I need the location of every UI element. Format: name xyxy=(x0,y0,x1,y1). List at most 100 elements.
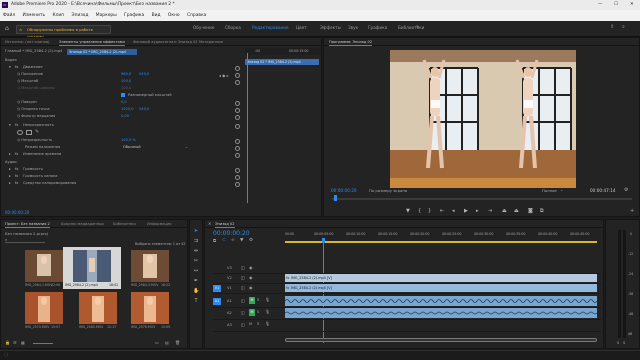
position-x-value[interactable]: 960,0 xyxy=(121,71,131,78)
tab-project[interactable]: Проект: Без названия 2 xyxy=(5,221,50,228)
step-back-icon[interactable]: ◂ xyxy=(452,208,455,214)
menu-window[interactable]: Окно xyxy=(168,10,180,21)
video-preview[interactable] xyxy=(390,50,576,188)
compare-icon[interactable]: ⧉ xyxy=(540,208,544,214)
program-playhead[interactable] xyxy=(334,195,337,201)
clip-v1[interactable]: fx IMG_2584-2 (2).mp4 [V] xyxy=(285,284,597,292)
timeline-scrollbar[interactable] xyxy=(285,338,597,342)
lock-icon[interactable]: 🔒 xyxy=(5,340,10,345)
clip-v2[interactable]: fx IMG_2584-2 (2).mp4 [V] xyxy=(285,274,597,282)
program-scrubber[interactable] xyxy=(332,198,632,200)
thumb-img-2576[interactable] xyxy=(131,292,169,324)
eye-icon[interactable]: ◉ xyxy=(249,285,253,290)
add-marker-icon[interactable]: ▼ xyxy=(240,238,243,243)
workspace-assembly[interactable]: Сборка xyxy=(225,25,241,30)
eye-icon[interactable]: ◉ xyxy=(249,265,253,270)
thumb-img-2584-3[interactable] xyxy=(131,250,169,282)
mark-out-icon[interactable]: } xyxy=(428,208,431,214)
search-icon[interactable]: ⌕ xyxy=(622,24,625,30)
reset-icon[interactable] xyxy=(235,80,240,85)
menu-markers[interactable]: Маркеры xyxy=(96,10,117,21)
clip-a2-audio[interactable] xyxy=(285,308,597,318)
snap-icon[interactable]: ⊂ xyxy=(222,238,226,243)
reset-icon[interactable] xyxy=(235,124,240,129)
lock-icon[interactable]: ◫ xyxy=(241,275,245,280)
maximize-button[interactable]: ☐ xyxy=(614,0,618,10)
thumb-img-2570[interactable] xyxy=(25,292,63,324)
trash-icon[interactable]: 🗑 xyxy=(175,340,180,345)
menu-file[interactable]: Файл xyxy=(3,10,15,21)
master-clip-label[interactable]: Главный * IMG_2584-2 (2).mp4 xyxy=(5,49,62,53)
selection-tool-icon[interactable]: ➤ xyxy=(193,228,199,234)
audio-row-channel-volume[interactable]: ▸ fx Громкость канала xyxy=(9,173,321,180)
tab-source[interactable]: Источник: (нет клипов) xyxy=(5,39,49,45)
workspace-learning[interactable]: Обучение xyxy=(193,25,214,30)
tab-info[interactable]: Информация xyxy=(147,221,171,227)
export-icon[interactable]: ⇪ xyxy=(610,24,614,30)
home-icon[interactable]: ⌂ xyxy=(5,25,9,32)
rectangle-mask-icon[interactable] xyxy=(26,130,32,135)
keyframe-nav[interactable]: ◂ ◆ ▸ xyxy=(219,73,229,78)
menu-clip[interactable]: Клип xyxy=(52,10,64,21)
audio-row-volume[interactable]: ▸ fx Громкость xyxy=(9,166,321,173)
reset-icon[interactable] xyxy=(235,108,240,113)
menu-edit[interactable]: Изменить xyxy=(23,10,46,21)
export-frame-icon[interactable]: ◙ xyxy=(528,208,533,214)
mark-in-icon[interactable]: { xyxy=(418,208,421,214)
reset-icon[interactable] xyxy=(235,115,240,120)
tab-audio-mixer[interactable]: Фоновый аудиосигнал: Эпизод 02 xyxy=(133,39,198,45)
workspace-audio[interactable]: Звук xyxy=(348,25,358,30)
expand-icon[interactable]: ▸ xyxy=(9,167,11,171)
lock-icon[interactable]: ◫ xyxy=(241,298,245,303)
chevron-down-icon[interactable]: ⌄ xyxy=(560,187,563,192)
expand-icon[interactable]: ▸ xyxy=(9,152,11,156)
go-to-in-icon[interactable]: ⇤ xyxy=(440,208,444,214)
razor-tool-icon[interactable]: ✂ xyxy=(193,258,199,264)
mute-button[interactable]: M xyxy=(249,322,252,326)
motion-effect-row[interactable]: ▾ fx Движение xyxy=(9,64,321,71)
close-button[interactable]: ✕ xyxy=(630,0,634,10)
list-view-icon[interactable]: ☰ xyxy=(13,340,17,345)
reset-icon[interactable] xyxy=(235,182,240,187)
reset-icon[interactable] xyxy=(235,139,240,144)
workspace-color[interactable]: Цвет xyxy=(296,25,307,30)
reset-icon[interactable] xyxy=(235,168,240,173)
ripple-edit-tool-icon[interactable]: ⇹ xyxy=(193,248,199,254)
eye-icon[interactable]: ◉ xyxy=(249,275,253,280)
lift-icon[interactable]: ⏏ xyxy=(502,208,507,214)
opacity-effect-row[interactable]: ▾ fx Непрозрачность xyxy=(9,122,321,129)
flicker-value[interactable]: 0,00 xyxy=(121,113,129,120)
audio-row-panner[interactable]: ▸ fx Средство панорамирования xyxy=(9,180,321,187)
close-icon[interactable]: ✕ xyxy=(208,221,211,226)
expand-icon[interactable]: ▸ xyxy=(9,174,11,178)
clip-a1-audio[interactable] xyxy=(285,296,597,306)
step-forward-icon[interactable]: ▸ xyxy=(476,208,479,214)
pen-mask-icon[interactable]: ✎ xyxy=(35,129,39,135)
tab-libraries[interactable]: Библиотеки xyxy=(113,221,136,227)
menu-sequence[interactable]: Эпизод xyxy=(72,10,89,21)
reset-icon[interactable] xyxy=(235,146,240,151)
new-bin-icon[interactable]: ▭ xyxy=(155,340,159,345)
timeline-ruler[interactable]: 00:00 00:00:05:00 00:00:10:00 00:00:15:0… xyxy=(285,230,601,244)
slip-tool-icon[interactable]: ↔ xyxy=(193,268,199,274)
microphone-icon[interactable]: 🎙 xyxy=(265,297,270,302)
go-to-out-icon[interactable]: ⇥ xyxy=(488,208,492,214)
lock-icon[interactable]: ◫ xyxy=(241,265,245,270)
scale-width-value[interactable]: 100,0 xyxy=(121,85,131,92)
lock-icon[interactable]: ◫ xyxy=(241,285,245,290)
linked-selection-icon[interactable]: ∞ xyxy=(231,238,235,243)
add-button-icon[interactable]: + xyxy=(630,208,634,214)
workspace-graphics[interactable]: Графика xyxy=(368,25,387,30)
track-select-tool-icon[interactable]: ⇉ xyxy=(193,238,199,244)
tab-sequence[interactable]: Эпизод 02 xyxy=(215,221,235,228)
solo-right-button[interactable]: S xyxy=(623,341,625,345)
menu-graphics[interactable]: Графика xyxy=(124,10,144,21)
wrench-icon[interactable]: ⚙ xyxy=(249,238,253,243)
hand-tool-icon[interactable]: ✋ xyxy=(193,288,199,294)
anchor-y-value[interactable]: 540,0 xyxy=(139,106,149,113)
nest-icon[interactable]: ⧉ xyxy=(213,238,216,244)
wrench-icon[interactable]: ⚙ xyxy=(624,187,628,193)
fit-dropdown[interactable]: По размеру экрана xyxy=(369,188,407,193)
lock-icon[interactable]: ◫ xyxy=(241,310,245,315)
program-timecode[interactable]: 00:00:00:20 xyxy=(331,188,357,193)
